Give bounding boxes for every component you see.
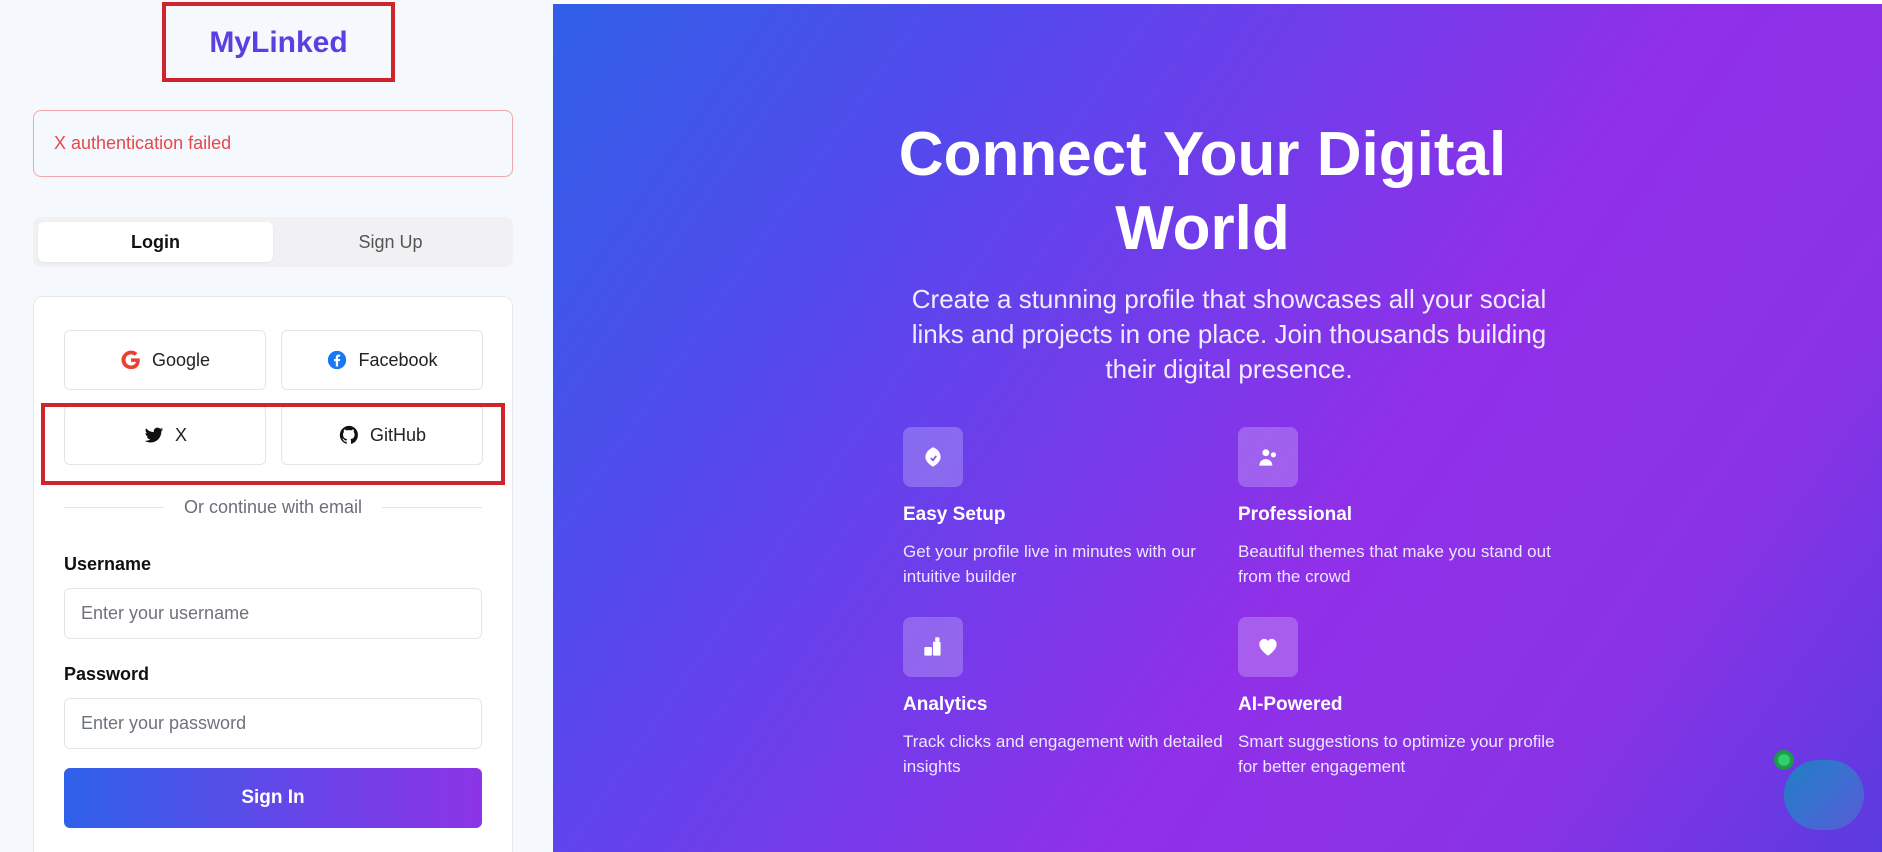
feature-title: Professional <box>1238 504 1353 525</box>
chat-widget-button[interactable] <box>1784 760 1864 830</box>
github-label: GitHub <box>369 424 427 445</box>
feature-title: AI-Powered <box>1238 694 1343 715</box>
password-input[interactable] <box>64 698 482 749</box>
auth-tabs: Login Sign Up <box>33 217 513 267</box>
hero-title-line1: Connect Your Digital <box>898 120 1507 189</box>
users-icon <box>1259 449 1277 466</box>
tab-login[interactable]: Login <box>38 222 273 262</box>
email-divider: Or continue with email <box>64 495 483 519</box>
online-status-indicator <box>1774 750 1794 770</box>
google-icon <box>121 350 140 370</box>
twitter-bird-icon <box>144 427 164 443</box>
facebook-label: Facebook <box>358 349 438 370</box>
rocket-icon <box>925 447 941 467</box>
hero-subtitle: Create a stunning profile that showcases… <box>911 284 1547 384</box>
google-label: Google <box>151 349 211 370</box>
feature-desc: Beautiful themes that make you stand out… <box>1238 542 1551 586</box>
divider-text: Or continue with email <box>183 496 363 517</box>
error-alert-message: X authentication failed <box>54 133 232 153</box>
auth-panel: MyLinked X authentication failed Login S… <box>0 0 553 852</box>
hero-title-line2: World <box>1115 194 1290 263</box>
feature-icon-box <box>903 427 963 487</box>
feature-desc: Track clicks and engagement with detaile… <box>903 732 1223 776</box>
feature-desc: Get your profile live in minutes with ou… <box>903 542 1196 586</box>
feature-icon-box <box>1238 427 1298 487</box>
logo-highlight-box: MyLinked <box>162 2 395 82</box>
chart-icon <box>924 637 941 656</box>
feature-desc: Smart suggestions to optimize your profi… <box>1238 732 1555 776</box>
feature-title: Analytics <box>903 694 988 715</box>
hero-title: Connect Your Digital World <box>553 118 1882 266</box>
divider-line-right <box>382 506 483 508</box>
username-input[interactable] <box>64 588 482 639</box>
facebook-login-button[interactable]: Facebook <box>281 330 483 390</box>
feature-analytics: Analytics Track clicks and engagement wi… <box>903 617 1233 779</box>
password-label: Password <box>64 664 150 684</box>
hero-section: Connect Your Digital World Create a stun… <box>553 0 1882 852</box>
github-login-button[interactable]: GitHub <box>281 405 483 465</box>
google-login-button[interactable]: Google <box>64 330 266 390</box>
feature-title: Easy Setup <box>903 504 1006 525</box>
sign-in-button[interactable]: Sign In <box>64 768 482 828</box>
feature-easy-setup: Easy Setup Get your profile live in minu… <box>903 427 1233 589</box>
feature-professional: Professional Beautiful themes that make … <box>1238 427 1568 589</box>
divider-line-left <box>64 506 164 508</box>
brand-logo[interactable]: MyLinked <box>209 24 347 60</box>
error-alert: X authentication failed <box>33 110 513 177</box>
feature-icon-box <box>1238 617 1298 677</box>
heart-icon <box>1259 638 1277 656</box>
x-login-button[interactable]: X <box>64 405 266 465</box>
facebook-icon <box>328 350 347 370</box>
x-label: X <box>174 424 187 445</box>
feature-ai-powered: AI-Powered Smart suggestions to optimize… <box>1238 617 1568 779</box>
tab-sign-up[interactable]: Sign Up <box>273 222 508 262</box>
feature-icon-box <box>903 617 963 677</box>
username-label: Username <box>64 554 152 574</box>
github-icon <box>339 425 358 444</box>
